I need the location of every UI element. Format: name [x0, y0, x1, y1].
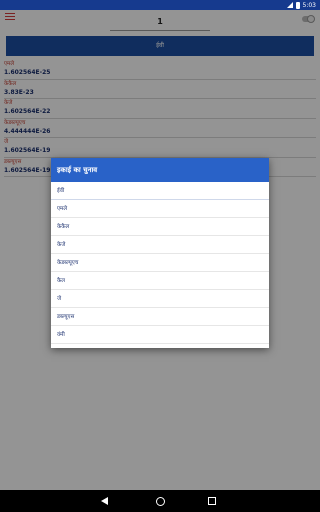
navigation-bar [0, 490, 320, 512]
unit-options-list: ईवी एमले केकैल केजे केडब्ल्यूएच कैल जे ड… [51, 182, 269, 344]
status-bar: 5:03 [0, 0, 320, 10]
unit-option[interactable]: एमले [51, 200, 269, 218]
unit-option[interactable]: केकैल [51, 218, 269, 236]
unit-option[interactable]: जे [51, 290, 269, 308]
home-icon[interactable] [156, 497, 165, 506]
unit-option[interactable]: केडब्ल्यूएच [51, 254, 269, 272]
signal-icon [286, 2, 293, 8]
recent-apps-icon[interactable] [208, 497, 216, 505]
unit-option[interactable]: कैल [51, 272, 269, 290]
unit-picker-dialog: इकाई का चुनाव ईवी एमले केकैल केजे केडब्ल… [51, 158, 269, 348]
unit-option[interactable]: वंमी [51, 326, 269, 344]
dialog-title: इकाई का चुनाव [51, 158, 269, 182]
unit-option[interactable]: डब्ल्यूएस [51, 308, 269, 326]
status-time: 5:03 [302, 1, 316, 9]
back-icon[interactable] [101, 497, 108, 505]
battery-icon [295, 1, 300, 9]
unit-option[interactable]: केजे [51, 236, 269, 254]
unit-option[interactable]: ईवी [51, 182, 269, 200]
